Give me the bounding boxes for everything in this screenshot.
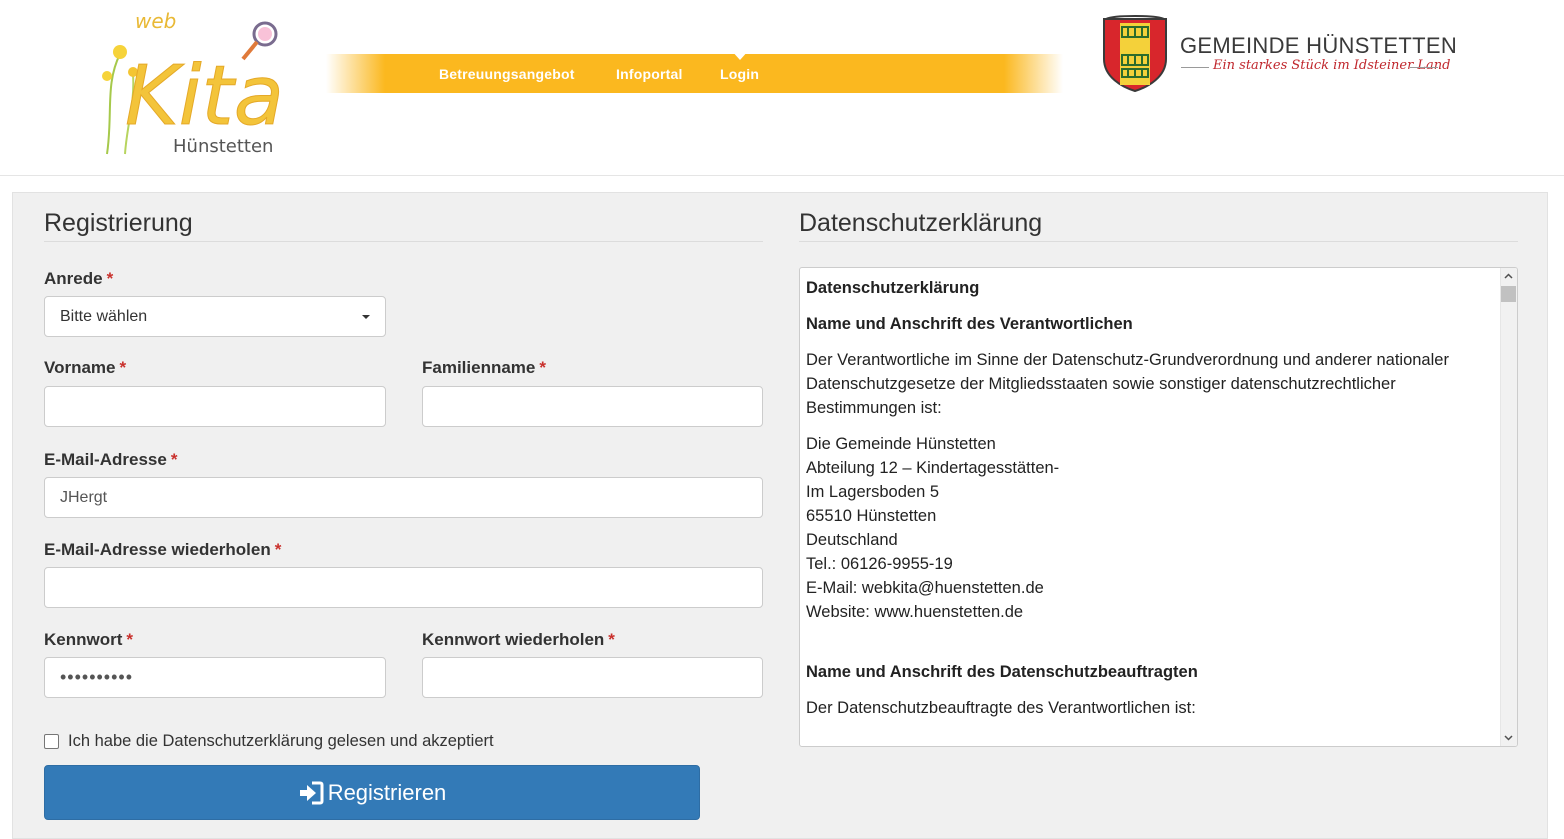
nav-item-login[interactable]: Login xyxy=(720,66,759,82)
scrollbar-thumb[interactable] xyxy=(1501,286,1516,302)
required-mark: * xyxy=(119,358,127,377)
page-header: web Kita Hünstetten Betreuungsangebot In… xyxy=(0,0,1564,176)
privacy-paragraph: Der Datenschutzbeauftragte des Verantwor… xyxy=(806,699,1196,717)
password-repeat-input[interactable] xyxy=(422,657,763,698)
privacy-section-heading: Name und Anschrift des Verantwortlichen xyxy=(806,315,1133,333)
privacy-heading: Datenschutzerklärung xyxy=(806,279,980,297)
privacy-policy-scrollbox[interactable]: Datenschutzerklärung Name und Anschrift … xyxy=(799,267,1518,747)
accept-privacy-checkbox[interactable] xyxy=(44,734,59,749)
familienname-label: Familienname * xyxy=(422,358,546,377)
required-mark: * xyxy=(274,540,282,559)
slogan-divider xyxy=(1181,67,1209,68)
required-mark: * xyxy=(106,269,114,288)
privacy-section-heading: Name und Anschrift des Datenschutzbeauft… xyxy=(806,663,1198,681)
privacy-title: Datenschutzerklärung xyxy=(799,209,1043,237)
register-button-label: Registrieren xyxy=(327,779,447,805)
required-mark: * xyxy=(126,630,134,649)
active-nav-indicator xyxy=(731,50,749,60)
gemeinde-crest-icon[interactable] xyxy=(1100,15,1170,93)
logo-big-text: Kita xyxy=(125,49,284,144)
scroll-down-arrow-icon[interactable] xyxy=(1500,729,1517,746)
privacy-paragraph: Der Verantwortliche im Sinne der Datensc… xyxy=(806,351,1449,417)
anrede-label: Anrede * xyxy=(44,269,114,288)
email-repeat-input[interactable] xyxy=(44,567,763,608)
privacy-policy-content: Datenschutzerklärung Name und Anschrift … xyxy=(806,276,1496,732)
anrede-select-value: Bitte wählen xyxy=(60,308,148,325)
required-mark: * xyxy=(170,450,178,469)
logo-sub-text: Hünstetten xyxy=(173,136,273,157)
gemeinde-slogan: Ein starkes Stück im Idsteiner Land xyxy=(1213,58,1451,73)
main-nav-bar xyxy=(326,54,1063,93)
gemeinde-title: GEMEINDE HÜNSTETTEN xyxy=(1180,33,1458,58)
logo-small-text: web xyxy=(135,9,176,33)
required-mark: * xyxy=(608,630,615,649)
privacy-address: Die Gemeinde Hünstetten Abteilung 12 – K… xyxy=(806,435,1060,621)
chevron-down-icon xyxy=(362,315,370,319)
email-input[interactable] xyxy=(44,477,763,518)
email-label: E-Mail-Adresse * xyxy=(44,450,178,469)
register-button[interactable]: Registrieren xyxy=(44,765,700,820)
required-mark: * xyxy=(539,358,546,377)
nav-item-betreuungsangebot[interactable]: Betreuungsangebot xyxy=(439,66,575,82)
webkita-logo[interactable]: web Kita Hünstetten xyxy=(95,4,285,160)
anrede-select[interactable]: Bitte wählen xyxy=(44,296,386,337)
title-divider xyxy=(799,241,1518,242)
password-input[interactable] xyxy=(44,657,386,698)
title-divider xyxy=(44,241,763,242)
nav-item-infoportal[interactable]: Infoportal xyxy=(616,66,683,82)
login-arrow-icon xyxy=(299,781,324,804)
password-repeat-label: Kennwort wiederholen * xyxy=(422,630,615,649)
slogan-divider xyxy=(1410,67,1438,68)
scrollbar[interactable] xyxy=(1500,268,1517,746)
password-label: Kennwort * xyxy=(44,630,134,649)
vorname-input[interactable] xyxy=(44,386,386,427)
familienname-input[interactable] xyxy=(422,386,763,427)
accept-privacy-label[interactable]: Ich habe die Datenschutzerklärung gelese… xyxy=(68,732,494,751)
email-repeat-label: E-Mail-Adresse wiederholen * xyxy=(44,540,282,559)
registration-title: Registrierung xyxy=(44,209,193,237)
vorname-label: Vorname * xyxy=(44,358,127,377)
scroll-up-arrow-icon[interactable] xyxy=(1500,268,1517,285)
